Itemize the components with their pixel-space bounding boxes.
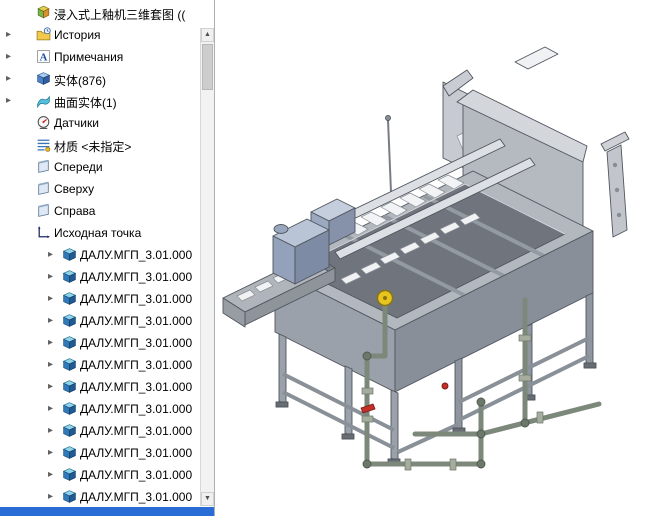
tree-item-annotations[interactable]: ▸ A Примечания (0, 46, 200, 68)
scroll-up-icon: ▲ (204, 31, 211, 38)
tree-item-label: Сверху (54, 182, 95, 196)
annotations-icon: A (36, 49, 51, 64)
tree-item-component[interactable]: ▸ ДАЛУ.МГП_3.01.000 (0, 442, 200, 464)
sensors-icon (36, 115, 51, 130)
expand-arrow-icon[interactable]: ▸ (48, 446, 53, 460)
expand-arrow-icon[interactable]: ▸ (48, 468, 53, 482)
part-icon (62, 269, 77, 284)
expand-arrow-icon[interactable]: ▸ (6, 72, 11, 86)
assembly-icon (36, 5, 51, 20)
plane-icon (36, 181, 51, 196)
tree-item-label: Датчики (54, 116, 99, 130)
scroll-up-button[interactable]: ▲ (201, 28, 214, 42)
tree-item-label: ДАЛУ.МГП_3.01.000 (80, 424, 193, 438)
tree-item-plane-top[interactable]: Сверху (0, 178, 200, 200)
tree-item-label: ДАЛУ.МГП_3.01.000 (80, 336, 193, 350)
tree-item-sensors[interactable]: Датчики (0, 112, 200, 134)
part-icon (62, 335, 77, 350)
tree-item-assembly-root[interactable]: 浸入式上釉机三维套图 (( (0, 2, 200, 24)
expand-arrow-icon[interactable]: ▸ (48, 336, 53, 350)
expand-arrow-icon[interactable]: ▸ (48, 424, 53, 438)
tree-item-label: ДАЛУ.МГП_3.01.000 (80, 292, 193, 306)
tree-item-material[interactable]: 材质 <未指定> (0, 134, 200, 156)
tree-item-component[interactable]: ▸ ДАЛУ.МГП_3.01.000 (0, 398, 200, 420)
tree-item-component[interactable]: ▸ ДАЛУ.МГП_3.01.000 (0, 354, 200, 376)
expand-arrow-icon[interactable]: ▸ (48, 490, 53, 504)
expand-arrow-icon[interactable]: ▸ (48, 248, 53, 262)
part-icon (62, 379, 77, 394)
tree-item-label: Примечания (54, 50, 124, 64)
tree-item-component[interactable]: ▸ ДАЛУ.МГП_3.01.000 (0, 332, 200, 354)
tree-item-solid-bodies[interactable]: ▸ 实体(876) (0, 68, 200, 90)
svg-text:A: A (40, 51, 48, 63)
origin-icon (36, 225, 51, 240)
tree-item-label: ДАЛУ.МГП_3.01.000 (80, 358, 193, 372)
scroll-down-button[interactable]: ▼ (201, 492, 214, 506)
history-icon (36, 27, 51, 42)
machine-3d-model (222, 46, 630, 471)
tree-item-history[interactable]: ▸ История (0, 24, 200, 46)
part-icon (62, 423, 77, 438)
part-icon (62, 401, 77, 416)
plane-icon (36, 159, 51, 174)
tree-scrollbar[interactable]: ▲ ▼ (200, 28, 214, 506)
tree-item-plane-right[interactable]: Справа (0, 200, 200, 222)
tree-item-label: ДАЛУ.МГП_3.01.000 (80, 380, 193, 394)
tree-item-component[interactable]: ▸ ДАЛУ.МГП_3.01.000 (0, 464, 200, 486)
part-icon (62, 357, 77, 372)
tree-item-label: ДАЛУ.МГП_3.01.000 (80, 248, 193, 262)
tree-item-component[interactable]: ▸ ДАЛУ.МГП_3.01.000 (0, 244, 200, 266)
expand-arrow-icon[interactable]: ▸ (6, 28, 11, 42)
tree-item-label: ДАЛУ.МГП_3.01.000 (80, 490, 193, 504)
expand-arrow-icon[interactable]: ▸ (48, 314, 53, 328)
expand-arrow-icon[interactable]: ▸ (6, 50, 11, 64)
scrollbar-thumb[interactable] (202, 44, 213, 90)
tree-item-label: Справа (54, 204, 96, 218)
tree-item-label: ДАЛУ.МГП_3.01.000 (80, 468, 193, 482)
tree-item-label: ДАЛУ.МГП_3.01.000 (80, 446, 193, 460)
tree-item-component[interactable]: ▸ ДАЛУ.МГП_3.01.000 (0, 486, 200, 508)
part-icon (62, 467, 77, 482)
tree-item-label: 浸入式上釉机三维套图 (( (54, 8, 186, 22)
part-icon (62, 247, 77, 262)
tree-item-label: История (54, 28, 101, 42)
tree-item-component[interactable]: ▸ ДАЛУ.МГП_3.01.000 (0, 420, 200, 442)
tree-item-plane-front[interactable]: Спереди (0, 156, 200, 178)
expand-arrow-icon[interactable]: ▸ (48, 380, 53, 394)
tree-item-label: Спереди (54, 160, 103, 174)
tree-item-component[interactable]: ▸ ДАЛУ.МГП_3.01.000 (0, 266, 200, 288)
panel-bottom-strip (0, 507, 214, 516)
tree-item-label: ДАЛУ.МГП_3.01.000 (80, 270, 193, 284)
part-icon (62, 489, 77, 504)
expand-arrow-icon[interactable]: ▸ (6, 94, 11, 108)
plane-icon (36, 203, 51, 218)
part-icon (62, 313, 77, 328)
scroll-down-icon: ▼ (204, 495, 211, 502)
tree-item-surface-bodies[interactable]: ▸ 曲面实体(1) (0, 90, 200, 112)
tree-item-label: ДАЛУ.МГП_3.01.000 (80, 402, 193, 416)
tree-item-label: 曲面实体(1) (54, 96, 117, 110)
solidworks-window: 浸入式上釉机三维套图 (( ▸ История ▸ A Примечания ▸ 实体(876… (0, 0, 668, 516)
tree-item-label: Исходная точка (54, 226, 142, 240)
material-icon (36, 137, 51, 152)
part-icon (62, 445, 77, 460)
part-icon (62, 291, 77, 306)
tree-item-origin[interactable]: Исходная точка (0, 222, 200, 244)
tree-item-label: 实体(876) (54, 74, 107, 88)
tree-item-label: 材质 <未指定> (54, 140, 132, 154)
tree-item-component[interactable]: ▸ ДАЛУ.МГП_3.01.000 (0, 310, 200, 332)
surface-bodies-icon (36, 93, 51, 108)
solid-bodies-icon (36, 71, 51, 86)
expand-arrow-icon[interactable]: ▸ (48, 292, 53, 306)
tree-item-component[interactable]: ▸ ДАЛУ.МГП_3.01.000 (0, 376, 200, 398)
expand-arrow-icon[interactable]: ▸ (48, 270, 53, 284)
tree-item-label: ДАЛУ.МГП_3.01.000 (80, 314, 193, 328)
feature-manager-panel: 浸入式上釉机三维套图 (( ▸ История ▸ A Примечания ▸ 实体(876… (0, 0, 215, 516)
expand-arrow-icon[interactable]: ▸ (48, 358, 53, 372)
graphics-viewport[interactable] (215, 0, 668, 516)
expand-arrow-icon[interactable]: ▸ (48, 402, 53, 416)
tree-item-component[interactable]: ▸ ДАЛУ.МГП_3.01.000 (0, 288, 200, 310)
feature-tree: 浸入式上釉机三维套图 (( ▸ История ▸ A Примечания ▸ 实体(876… (0, 2, 200, 516)
